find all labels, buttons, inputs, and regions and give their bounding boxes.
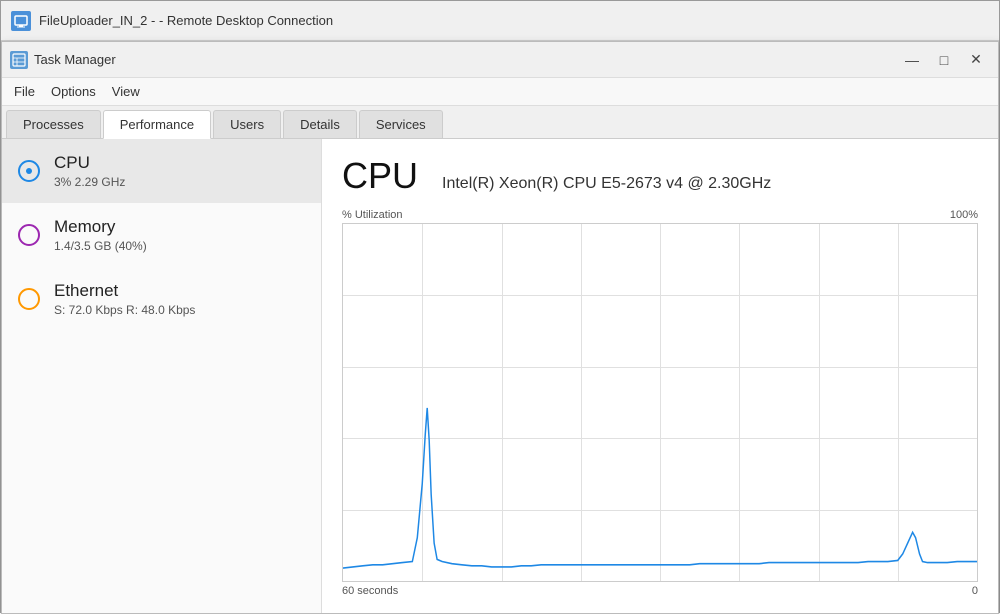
chart-y-label: % Utilization — [342, 209, 403, 221]
tab-performance[interactable]: Performance — [103, 110, 211, 139]
chart-labels-bottom: 60 seconds 0 — [342, 585, 978, 597]
tm-titlebar: Task Manager — □ ✕ — [2, 42, 998, 78]
sidebar-item-memory[interactable]: Memory 1.4/3.5 GB (40%) — [2, 203, 321, 267]
memory-detail: 1.4/3.5 GB (40%) — [54, 239, 147, 253]
content-area: CPU 3% 2.29 GHz Memory 1.4/3.5 GB (40%) — [2, 139, 998, 613]
sidebar-item-cpu[interactable]: CPU 3% 2.29 GHz — [2, 139, 321, 203]
maximize-button[interactable]: □ — [930, 49, 958, 71]
tm-title: Task Manager — [34, 52, 898, 67]
cpu-main-label: CPU — [342, 155, 418, 197]
tab-users[interactable]: Users — [213, 110, 281, 138]
menu-options[interactable]: Options — [43, 81, 104, 102]
title-bar: FileUploader_IN_2 - - Remote Desktop Con… — [1, 1, 999, 41]
minimize-button[interactable]: — — [898, 49, 926, 71]
menu-bar: File Options View — [2, 78, 998, 106]
ethernet-icon — [18, 288, 40, 310]
tab-services[interactable]: Services — [359, 110, 443, 138]
ethernet-detail: S: 72.0 Kbps R: 48.0 Kbps — [54, 303, 195, 317]
task-manager-window: Task Manager — □ ✕ File Options View Pro… — [1, 41, 999, 614]
ethernet-name: Ethernet — [54, 281, 195, 301]
memory-name: Memory — [54, 217, 147, 237]
chart-container: % Utilization 100% — [342, 209, 978, 597]
close-button[interactable]: ✕ — [962, 49, 990, 71]
task-manager-icon — [10, 51, 28, 69]
tab-processes[interactable]: Processes — [6, 110, 101, 138]
cpu-icon — [18, 160, 40, 182]
chart-x-label: 60 seconds — [342, 585, 398, 597]
chart-y-min: 0 — [972, 585, 978, 597]
rdp-icon — [11, 11, 31, 31]
menu-view[interactable]: View — [104, 81, 148, 102]
ethernet-item-text: Ethernet S: 72.0 Kbps R: 48.0 Kbps — [54, 281, 195, 317]
cpu-item-text: CPU 3% 2.29 GHz — [54, 153, 125, 189]
cpu-header: CPU Intel(R) Xeon(R) CPU E5-2673 v4 @ 2.… — [342, 155, 978, 197]
title-bar-text: FileUploader_IN_2 - - Remote Desktop Con… — [39, 13, 989, 28]
chart-labels-top: % Utilization 100% — [342, 209, 978, 221]
tab-details[interactable]: Details — [283, 110, 357, 138]
memory-item-text: Memory 1.4/3.5 GB (40%) — [54, 217, 147, 253]
memory-icon — [18, 224, 40, 246]
sidebar-item-ethernet[interactable]: Ethernet S: 72.0 Kbps R: 48.0 Kbps — [2, 267, 321, 331]
cpu-chart-svg — [343, 224, 977, 581]
menu-file[interactable]: File — [6, 81, 43, 102]
tm-controls: — □ ✕ — [898, 49, 990, 71]
memory-icon-inner — [24, 230, 34, 240]
main-panel: CPU Intel(R) Xeon(R) CPU E5-2673 v4 @ 2.… — [322, 139, 998, 613]
tabs: Processes Performance Users Details Serv… — [2, 106, 998, 139]
cpu-detail: 3% 2.29 GHz — [54, 175, 125, 189]
cpu-icon-inner — [26, 168, 32, 174]
chart-y-max: 100% — [950, 209, 978, 221]
ethernet-icon-inner — [24, 294, 34, 304]
chart-area — [342, 223, 978, 582]
cpu-name: CPU — [54, 153, 125, 173]
sidebar: CPU 3% 2.29 GHz Memory 1.4/3.5 GB (40%) — [2, 139, 322, 613]
cpu-model: Intel(R) Xeon(R) CPU E5-2673 v4 @ 2.30GH… — [442, 175, 771, 193]
